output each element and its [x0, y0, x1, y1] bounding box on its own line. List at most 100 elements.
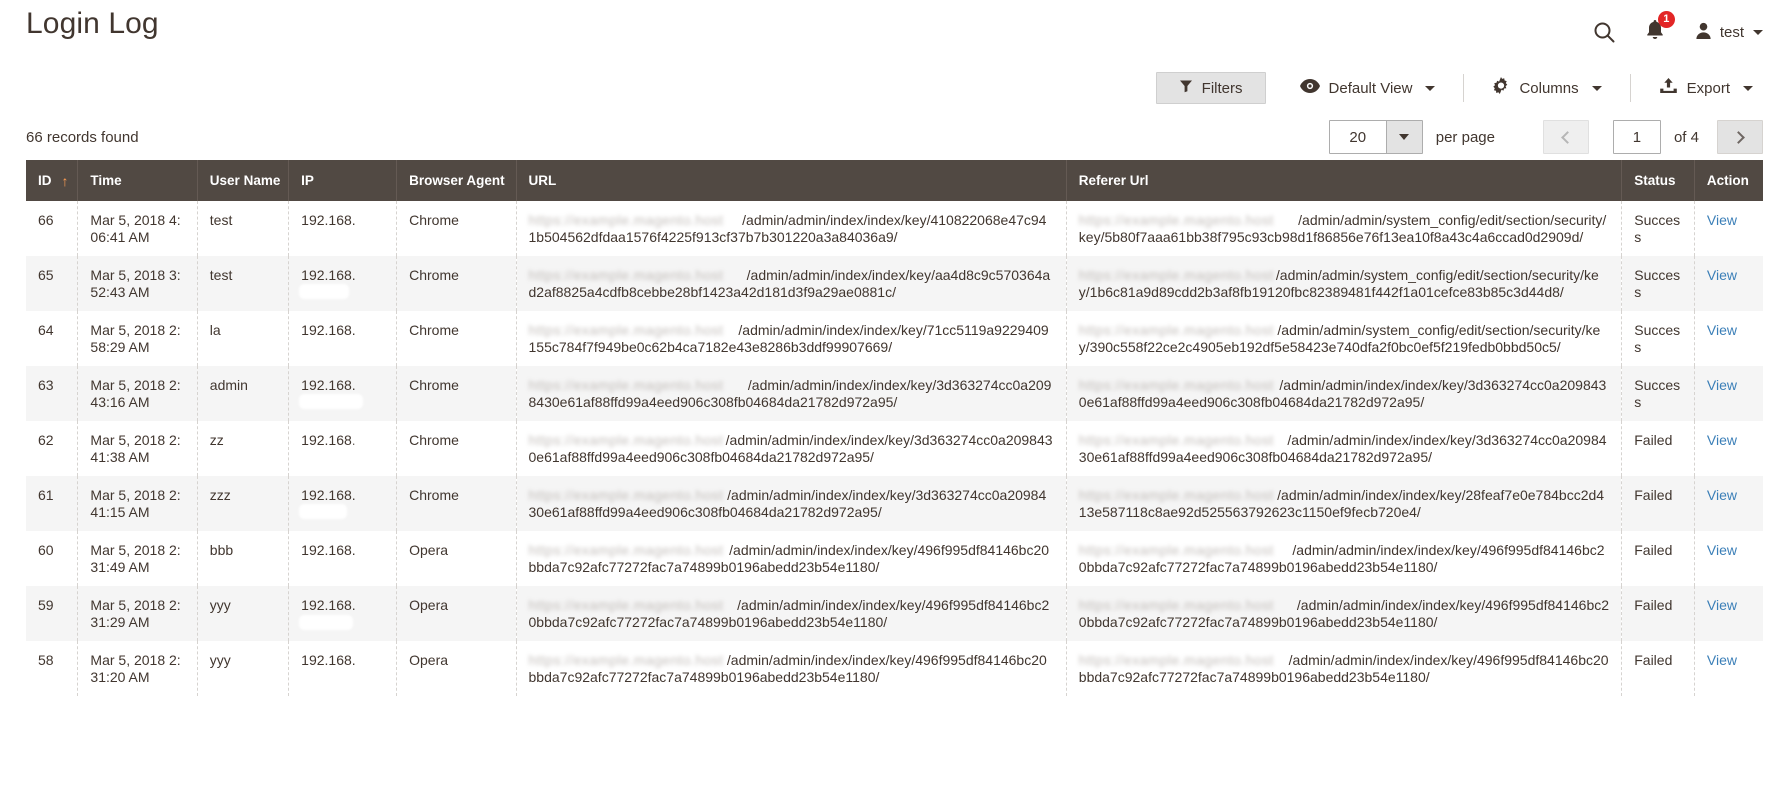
redacted-ip-segment [301, 396, 362, 408]
redacted-ip-segment [301, 561, 338, 573]
column-header-ip[interactable]: IP [288, 160, 398, 201]
view-link[interactable]: View [1707, 487, 1737, 503]
cell-user-name: la [197, 311, 290, 367]
columns-label: Columns [1519, 79, 1579, 97]
cell-time: Mar 5, 2018 4:06:41 AM [77, 201, 198, 257]
redacted-host-prefix: https://example.magento.host [1078, 322, 1274, 339]
gear-icon [1492, 77, 1510, 99]
cell-status: Failed [1621, 586, 1695, 642]
column-header-user-name[interactable]: User Name [197, 160, 290, 201]
table-body: 66 Mar 5, 2018 4:06:41 AM test 192.168. Chro… [26, 201, 1763, 697]
redacted-host-prefix: https://example.magento.host [528, 597, 724, 614]
chevron-right-icon [1732, 130, 1745, 144]
upload-icon [1659, 78, 1678, 98]
column-header-id-label: ID [38, 173, 52, 188]
grid-table-container: ID ↑ Time User Name IP Browser Agent URL… [0, 160, 1789, 697]
view-link[interactable]: View [1707, 322, 1737, 338]
cell-browser-agent: Chrome [396, 476, 517, 532]
previous-page-button[interactable] [1542, 120, 1589, 154]
cell-action[interactable]: View [1694, 311, 1763, 366]
redacted-host-prefix: https://example.magento.host [1078, 597, 1274, 614]
redacted-host-prefix: https://example.magento.host [528, 267, 724, 284]
cell-action[interactable]: View [1694, 641, 1763, 696]
view-link[interactable]: View [1707, 652, 1737, 668]
per-page-chevron-down-icon[interactable] [1385, 121, 1422, 153]
cell-status: Success [1621, 366, 1695, 422]
cell-id: 66 [26, 201, 79, 257]
cell-action[interactable]: View [1694, 201, 1763, 256]
column-header-referer-url[interactable]: Referer Url [1066, 160, 1623, 201]
view-link[interactable]: View [1707, 212, 1737, 228]
cell-user-name: zz [197, 421, 290, 477]
per-page-label: per page [1435, 128, 1495, 146]
view-link[interactable]: View [1707, 542, 1737, 558]
export-dropdown[interactable]: Export [1649, 72, 1763, 104]
cell-time: Mar 5, 2018 3:52:43 AM [77, 256, 198, 312]
filters-button[interactable]: Filters [1155, 72, 1266, 104]
cell-id: 59 [26, 586, 79, 642]
cell-user-name: test [197, 201, 290, 257]
view-link[interactable]: View [1707, 267, 1737, 283]
cell-ip[interactable]: 192.168. [288, 311, 398, 367]
header-actions: 1 test [1592, 11, 1763, 46]
view-link[interactable]: View [1707, 432, 1737, 448]
cell-ip[interactable]: 192.168. [288, 201, 398, 257]
cell-browser-agent: Chrome [396, 201, 517, 257]
notifications-button[interactable]: 1 [1644, 11, 1675, 46]
per-page-value: 20 [1329, 121, 1386, 153]
view-link[interactable]: View [1707, 597, 1737, 613]
funnel-icon [1179, 79, 1193, 97]
cell-id: 62 [26, 421, 79, 477]
per-page-select[interactable]: 20 [1328, 120, 1423, 154]
cell-browser-agent: Chrome [396, 366, 517, 422]
columns-dropdown[interactable]: Columns [1482, 72, 1611, 104]
cell-url: https://example.magento.host/admin/admin… [516, 256, 1067, 312]
cell-ip[interactable]: 192.168. [288, 476, 398, 532]
column-header-status[interactable]: Status [1621, 160, 1695, 201]
column-header-id[interactable]: ID ↑ [26, 160, 79, 201]
cell-action[interactable]: View [1694, 366, 1763, 421]
cell-id: 65 [26, 256, 79, 312]
cell-url: https://example.magento.host/admin/admin… [516, 366, 1067, 422]
cell-user-name: admin [197, 366, 290, 422]
page-number-input[interactable] [1612, 120, 1661, 154]
next-page-button[interactable] [1717, 120, 1763, 154]
search-icon[interactable] [1592, 20, 1616, 44]
cell-ip[interactable]: 192.168. [288, 421, 398, 477]
cell-ip[interactable]: 192.168. [288, 531, 398, 587]
column-header-browser-agent[interactable]: Browser Agent [396, 160, 517, 201]
cell-action[interactable]: View [1694, 421, 1763, 476]
redacted-host-prefix: https://example.magento.host [1078, 267, 1274, 284]
cell-id: 63 [26, 366, 79, 422]
cell-status: Failed [1621, 421, 1695, 477]
cell-user-name: yyy [197, 586, 290, 642]
chevron-left-icon [1561, 130, 1574, 144]
cell-ip[interactable]: 192.168. [288, 641, 398, 697]
filters-label: Filters [1201, 79, 1243, 97]
cell-referer-url: https://example.magento.host/admin/admin… [1066, 476, 1623, 532]
default-view-dropdown[interactable]: Default View [1290, 72, 1446, 104]
cell-status: Failed [1621, 476, 1695, 532]
table-header-row: ID ↑ Time User Name IP Browser Agent URL… [26, 160, 1763, 201]
cell-ip[interactable]: 192.168. [288, 586, 398, 642]
redacted-host-prefix: https://example.magento.host [1078, 542, 1274, 559]
cell-action[interactable]: View [1694, 586, 1763, 641]
redacted-host-prefix: https://example.magento.host [1078, 377, 1274, 394]
cell-action[interactable]: View [1694, 531, 1763, 586]
column-header-url[interactable]: URL [516, 160, 1067, 201]
column-header-time[interactable]: Time [77, 160, 198, 201]
export-label: Export [1686, 79, 1730, 97]
toolbar-divider [1629, 74, 1631, 102]
eye-icon [1299, 79, 1320, 97]
page-title: Login Log [26, 6, 159, 40]
cell-id: 60 [26, 531, 79, 587]
cell-action[interactable]: View [1694, 476, 1763, 531]
view-link[interactable]: View [1707, 377, 1737, 393]
cell-ip[interactable]: 192.168. [288, 256, 398, 312]
cell-ip[interactable]: 192.168. [288, 366, 398, 422]
user-menu[interactable]: test [1694, 21, 1763, 44]
toolbar-divider [1463, 74, 1465, 102]
user-name-label: test [1719, 23, 1744, 41]
redacted-ip-segment [355, 434, 378, 446]
cell-action[interactable]: View [1694, 256, 1763, 311]
